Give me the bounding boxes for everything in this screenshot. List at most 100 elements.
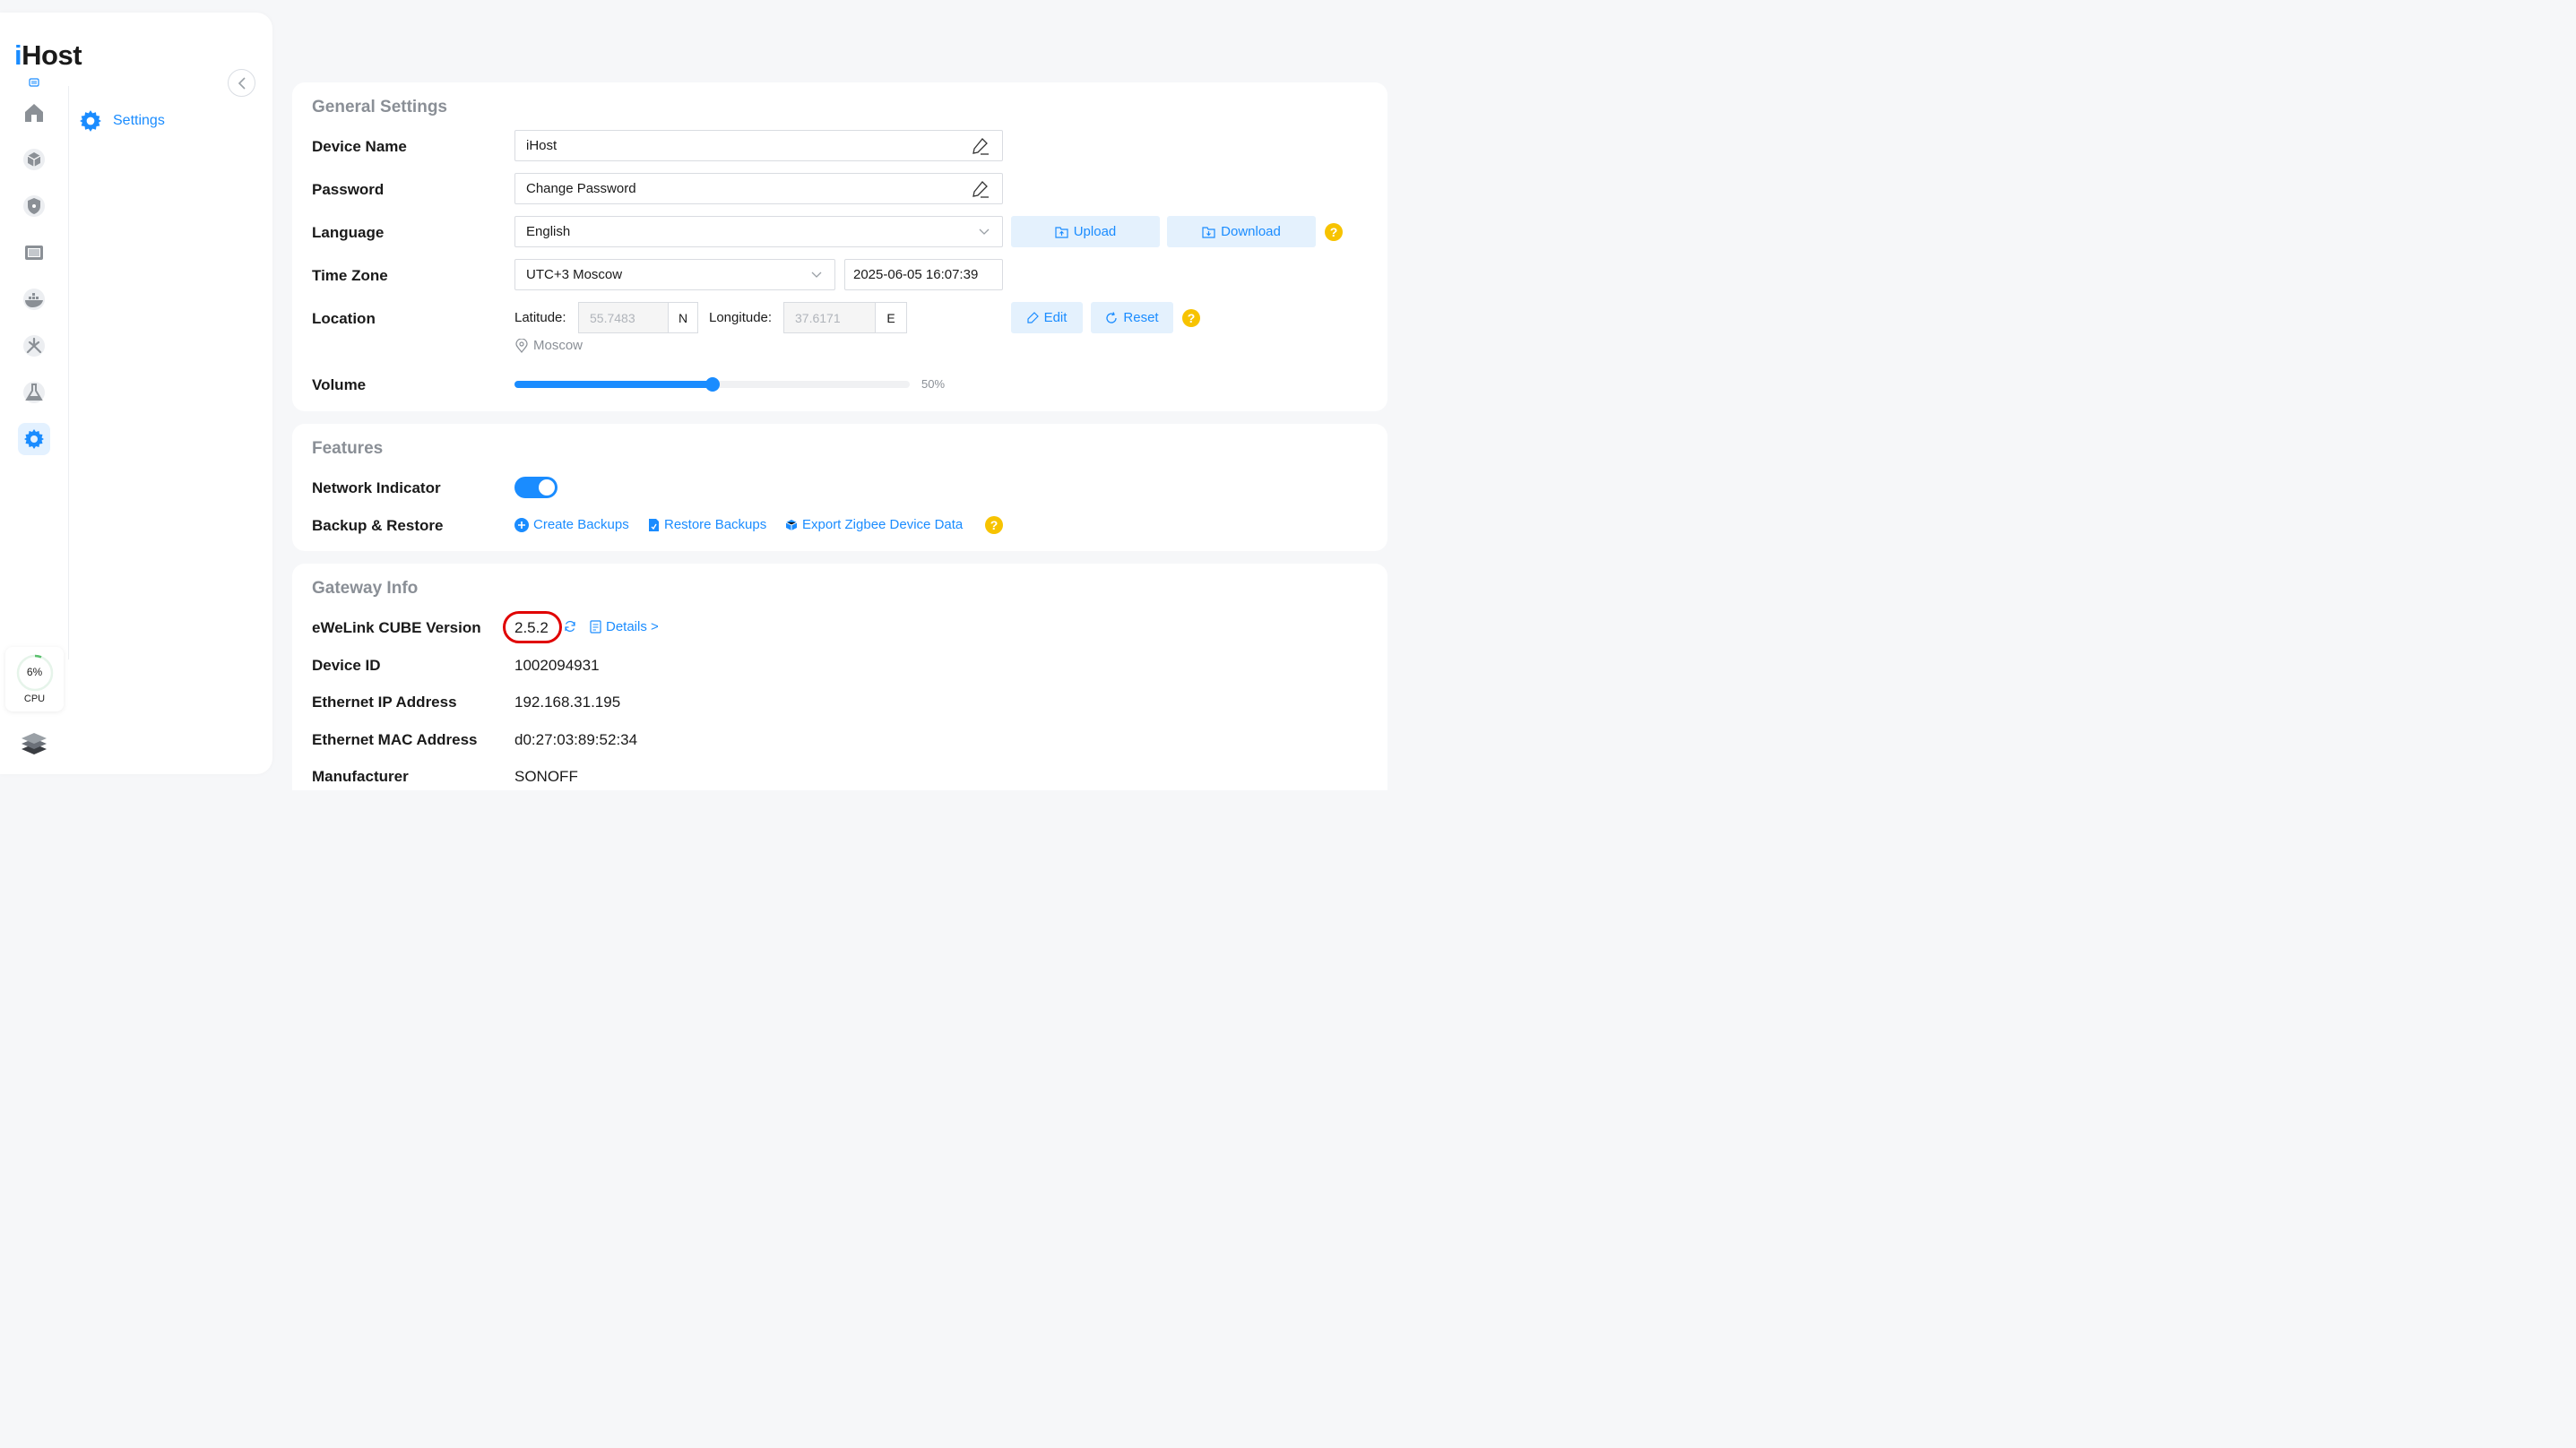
export-cube-icon bbox=[785, 519, 798, 530]
nav-home[interactable] bbox=[18, 97, 50, 129]
restore-backups-link[interactable]: Restore Backups bbox=[648, 517, 766, 532]
collapse-sidebar-button[interactable] bbox=[228, 69, 255, 97]
password-value: Change Password bbox=[526, 181, 636, 196]
location-reset-button[interactable]: Reset bbox=[1091, 302, 1173, 333]
edit-pencil-icon[interactable] bbox=[972, 180, 990, 198]
device-name-value: iHost bbox=[526, 138, 558, 153]
lab-flask-icon bbox=[23, 382, 45, 403]
volume-thumb[interactable] bbox=[705, 377, 720, 392]
network-indicator-toggle[interactable] bbox=[514, 477, 558, 498]
latitude-field[interactable]: 55.7483 N bbox=[578, 302, 698, 333]
gear-icon bbox=[24, 429, 44, 449]
network-indicator-label: Network Indicator bbox=[312, 479, 441, 496]
device-name-label: Device Name bbox=[312, 138, 407, 155]
export-zigbee-link[interactable]: Export Zigbee Device Data bbox=[785, 517, 963, 532]
backup-restore-label: Backup & Restore bbox=[312, 517, 444, 534]
create-backups-link[interactable]: Create Backups bbox=[514, 517, 629, 532]
gateway-info-title: Gateway Info bbox=[312, 579, 419, 598]
volume-value: 50% bbox=[921, 377, 946, 391]
features-card: Features Network Indicator Backup & Rest… bbox=[292, 424, 1387, 551]
download-button[interactable]: Download bbox=[1167, 216, 1316, 247]
chevron-down-icon bbox=[811, 272, 822, 278]
refresh-icon[interactable] bbox=[564, 620, 576, 633]
timezone-select[interactable]: UTC+3 Moscow bbox=[514, 259, 835, 290]
chevron-left-icon bbox=[238, 76, 246, 90]
ip-address-value: 192.168.31.195 bbox=[514, 694, 621, 711]
cpu-value: 6% bbox=[26, 666, 43, 678]
details-doc-icon bbox=[590, 620, 601, 634]
general-settings-card: General Settings Device Name iHost Passw… bbox=[292, 82, 1387, 411]
latitude-value: 55.7483 bbox=[579, 303, 669, 332]
mac-address-value: d0:27:03:89:52:34 bbox=[514, 731, 638, 748]
timezone-value: UTC+3 Moscow bbox=[526, 267, 623, 282]
nav-docker[interactable] bbox=[18, 283, 50, 315]
nav-lab[interactable] bbox=[18, 376, 50, 409]
volume-slider[interactable] bbox=[514, 377, 910, 392]
create-backups-label: Create Backups bbox=[533, 517, 629, 532]
home-icon bbox=[25, 104, 43, 122]
download-label: Download bbox=[1221, 224, 1281, 239]
details-link[interactable]: Details > bbox=[590, 619, 659, 634]
display-icon bbox=[25, 246, 43, 260]
upload-button[interactable]: Upload bbox=[1011, 216, 1160, 247]
nav-security[interactable] bbox=[18, 190, 50, 222]
device-id-label: Device ID bbox=[312, 657, 381, 674]
backup-help-icon[interactable]: ? bbox=[985, 516, 1003, 534]
layers-logo-icon bbox=[22, 733, 47, 754]
cpu-label: CPU bbox=[23, 694, 46, 704]
language-select[interactable]: English bbox=[514, 216, 1003, 247]
submenu-settings-label: Settings bbox=[113, 113, 165, 128]
automation-icon bbox=[23, 335, 45, 357]
cube-icon bbox=[23, 149, 45, 170]
datetime-value: 2025-06-05 16:07:39 bbox=[853, 267, 979, 282]
gateway-info-card: Gateway Info eWeLink CUBE Version 2.5.2 … bbox=[292, 564, 1387, 790]
device-id-value: 1002094931 bbox=[514, 657, 600, 674]
city-name: Moscow bbox=[533, 338, 583, 353]
submenu-settings[interactable]: Settings bbox=[79, 109, 165, 133]
manufacturer-value: SONOFF bbox=[514, 768, 578, 785]
details-label: Details > bbox=[606, 619, 659, 634]
volume-label: Volume bbox=[312, 376, 367, 393]
restore-file-icon bbox=[649, 518, 659, 531]
datetime-field[interactable]: 2025-06-05 16:07:39 bbox=[844, 259, 1003, 290]
latitude-label: Latitude: bbox=[514, 310, 566, 325]
device-name-field[interactable]: iHost bbox=[514, 130, 1003, 161]
edit-icon bbox=[1026, 312, 1039, 323]
volume-fill bbox=[514, 381, 713, 388]
upload-folder-icon bbox=[1055, 226, 1068, 238]
latitude-direction: N bbox=[678, 310, 688, 325]
longitude-field[interactable]: 37.6171 E bbox=[783, 302, 907, 333]
toggle-knob bbox=[539, 479, 555, 496]
plus-circle-icon bbox=[514, 517, 529, 532]
longitude-direction: E bbox=[886, 310, 895, 325]
city-row: Moscow bbox=[515, 338, 583, 353]
nav-devices[interactable] bbox=[18, 143, 50, 176]
docker-icon bbox=[23, 289, 45, 310]
nav-settings[interactable] bbox=[18, 423, 50, 455]
language-label: Language bbox=[312, 224, 385, 241]
longitude-value: 37.6171 bbox=[784, 303, 876, 332]
rail-divider bbox=[68, 86, 69, 659]
sidebar: iHost Settings 6% CPU bbox=[0, 13, 272, 774]
language-help-icon[interactable]: ? bbox=[1325, 223, 1343, 241]
edit-label: Edit bbox=[1043, 310, 1068, 325]
features-title: Features bbox=[312, 439, 384, 458]
password-label: Password bbox=[312, 181, 385, 198]
mac-address-label: Ethernet MAC Address bbox=[312, 731, 478, 748]
cpu-usage-widget[interactable]: 6% CPU bbox=[5, 647, 64, 711]
password-field[interactable]: Change Password bbox=[514, 173, 1003, 204]
map-pin-icon bbox=[515, 338, 528, 353]
location-help-icon[interactable]: ? bbox=[1182, 309, 1200, 327]
version-label: eWeLink CUBE Version bbox=[312, 619, 481, 636]
location-label: Location bbox=[312, 310, 376, 327]
chevron-down-icon bbox=[979, 228, 990, 235]
upload-label: Upload bbox=[1073, 224, 1117, 239]
longitude-label: Longitude: bbox=[709, 310, 773, 325]
manufacturer-label: Manufacturer bbox=[312, 768, 409, 785]
nav-display[interactable] bbox=[18, 237, 50, 269]
location-edit-button[interactable]: Edit bbox=[1011, 302, 1083, 333]
nav-automation[interactable] bbox=[18, 330, 50, 362]
edit-pencil-icon[interactable] bbox=[972, 137, 990, 155]
export-zigbee-label: Export Zigbee Device Data bbox=[802, 517, 964, 532]
general-settings-title: General Settings bbox=[312, 98, 447, 116]
